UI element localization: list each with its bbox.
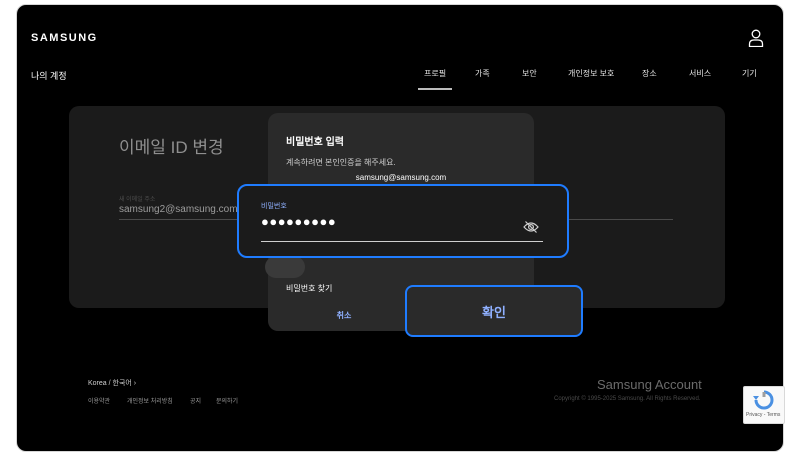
chevron-right-icon: › bbox=[133, 380, 137, 387]
samsung-logo[interactable]: SAMSUNG bbox=[31, 32, 98, 44]
recaptcha-links[interactable]: Privacy - Terms bbox=[746, 412, 780, 418]
tab-privacy[interactable]: 개인정보 보호 bbox=[568, 68, 614, 79]
tab-profile[interactable]: 프로필 bbox=[417, 68, 453, 90]
footer-link-terms[interactable]: 이용약관 bbox=[88, 396, 110, 405]
hidden-control bbox=[265, 256, 305, 278]
app-frame: SAMSUNG 나의 계정 프로필 가족 보안 개인정보 보호 장소 서비스 기… bbox=[16, 4, 784, 452]
find-password-link[interactable]: 비밀번호 찾기 bbox=[286, 283, 332, 294]
password-input[interactable]: ●●●●●●●●● bbox=[261, 214, 336, 229]
confirm-label: 확인 bbox=[482, 305, 506, 320]
user-icon[interactable] bbox=[748, 29, 764, 47]
footer-link-privacy[interactable]: 개인정보 처리방침 bbox=[127, 396, 173, 405]
recaptcha-badge[interactable]: Privacy - Terms bbox=[743, 386, 785, 424]
password-underline bbox=[261, 241, 543, 242]
recaptcha-icon bbox=[753, 390, 774, 410]
eye-off-icon[interactable] bbox=[523, 220, 539, 234]
footer-link-notice[interactable]: 공지 bbox=[190, 396, 201, 405]
dialog-description: 계속하려면 본인인증을 해주세요. bbox=[286, 158, 396, 167]
tab-places[interactable]: 장소 bbox=[642, 68, 657, 79]
region-label: Korea / 한국어 bbox=[88, 380, 132, 387]
new-email-field[interactable]: samsung2@samsung.com bbox=[119, 204, 238, 215]
card-title: 이메일 ID 변경 bbox=[119, 138, 224, 157]
password-label: 비밀번호 bbox=[261, 203, 287, 210]
dialog-title: 비밀번호 입력 bbox=[286, 137, 344, 148]
confirm-button[interactable]: 확인 bbox=[405, 285, 583, 337]
tab-security[interactable]: 보안 bbox=[522, 68, 537, 79]
tab-services[interactable]: 서비스 bbox=[689, 68, 711, 79]
account-email: samsung@samsung.com bbox=[355, 173, 447, 182]
password-field-group: 비밀번호 ●●●●●●●●● bbox=[237, 184, 569, 258]
region-selector[interactable]: Korea / 한국어 › bbox=[88, 378, 136, 388]
nav-tabs: 프로필 가족 보안 개인정보 보호 장소 서비스 기기 bbox=[17, 68, 783, 92]
new-email-label: 새 이메일 주소 bbox=[119, 197, 156, 203]
tab-family[interactable]: 가족 bbox=[475, 68, 490, 79]
cancel-button[interactable]: 취소 bbox=[268, 299, 420, 329]
copyright: Copyright © 1995-2025 Samsung. All Right… bbox=[554, 396, 701, 402]
cancel-label: 취소 bbox=[336, 311, 352, 320]
samsung-account-logo: Samsung Account bbox=[597, 377, 702, 392]
footer-link-contact[interactable]: 문의하기 bbox=[216, 396, 238, 405]
tab-devices[interactable]: 기기 bbox=[742, 68, 757, 79]
